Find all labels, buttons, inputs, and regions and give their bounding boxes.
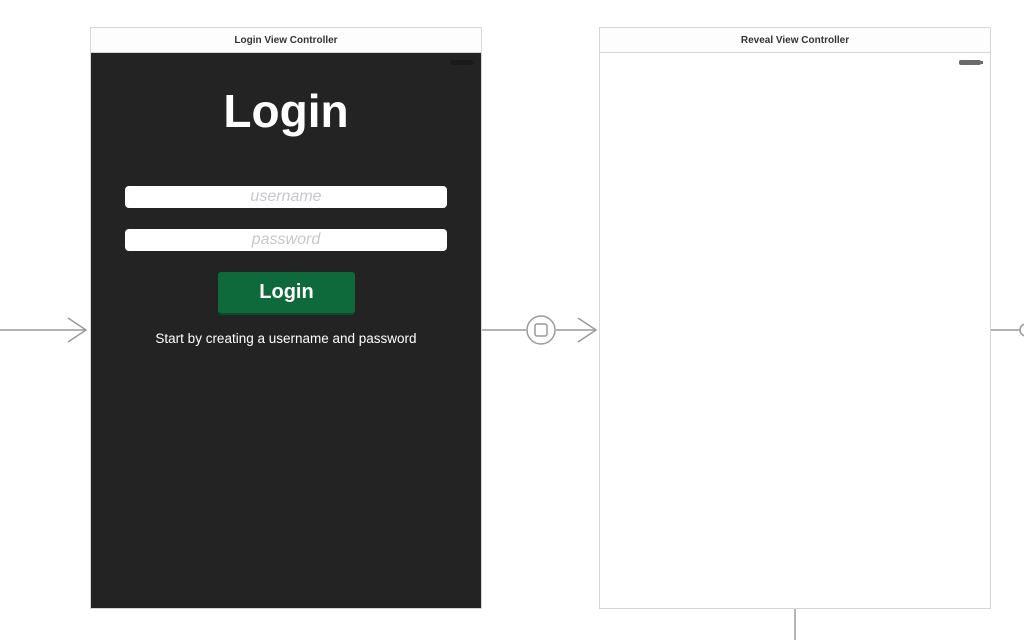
reveal-view[interactable]: [600, 53, 990, 608]
segue-reveal-right[interactable]: [991, 323, 1024, 337]
battery-icon: [959, 60, 983, 65]
entry-arrow-icon[interactable]: [0, 317, 88, 343]
hint-label[interactable]: Start by creating a username and passwor…: [91, 330, 481, 348]
reveal-view-controller-scene[interactable]: Reveal View Controller: [599, 27, 991, 609]
battery-icon: [450, 60, 474, 65]
login-view[interactable]: Login Login Start by creating a username…: [91, 53, 481, 608]
login-heading[interactable]: Login: [91, 85, 481, 137]
password-field[interactable]: [125, 229, 447, 251]
storyboard-canvas[interactable]: Login View Controller Login Login Start …: [0, 0, 1024, 640]
segue-icon[interactable]: [526, 315, 556, 345]
login-button[interactable]: Login: [218, 272, 355, 313]
username-field[interactable]: [125, 186, 447, 208]
login-view-controller-scene[interactable]: Login View Controller Login Login Start …: [90, 27, 482, 609]
scene-title-reveal[interactable]: Reveal View Controller: [600, 28, 990, 53]
scene-title-login[interactable]: Login View Controller: [91, 28, 481, 53]
